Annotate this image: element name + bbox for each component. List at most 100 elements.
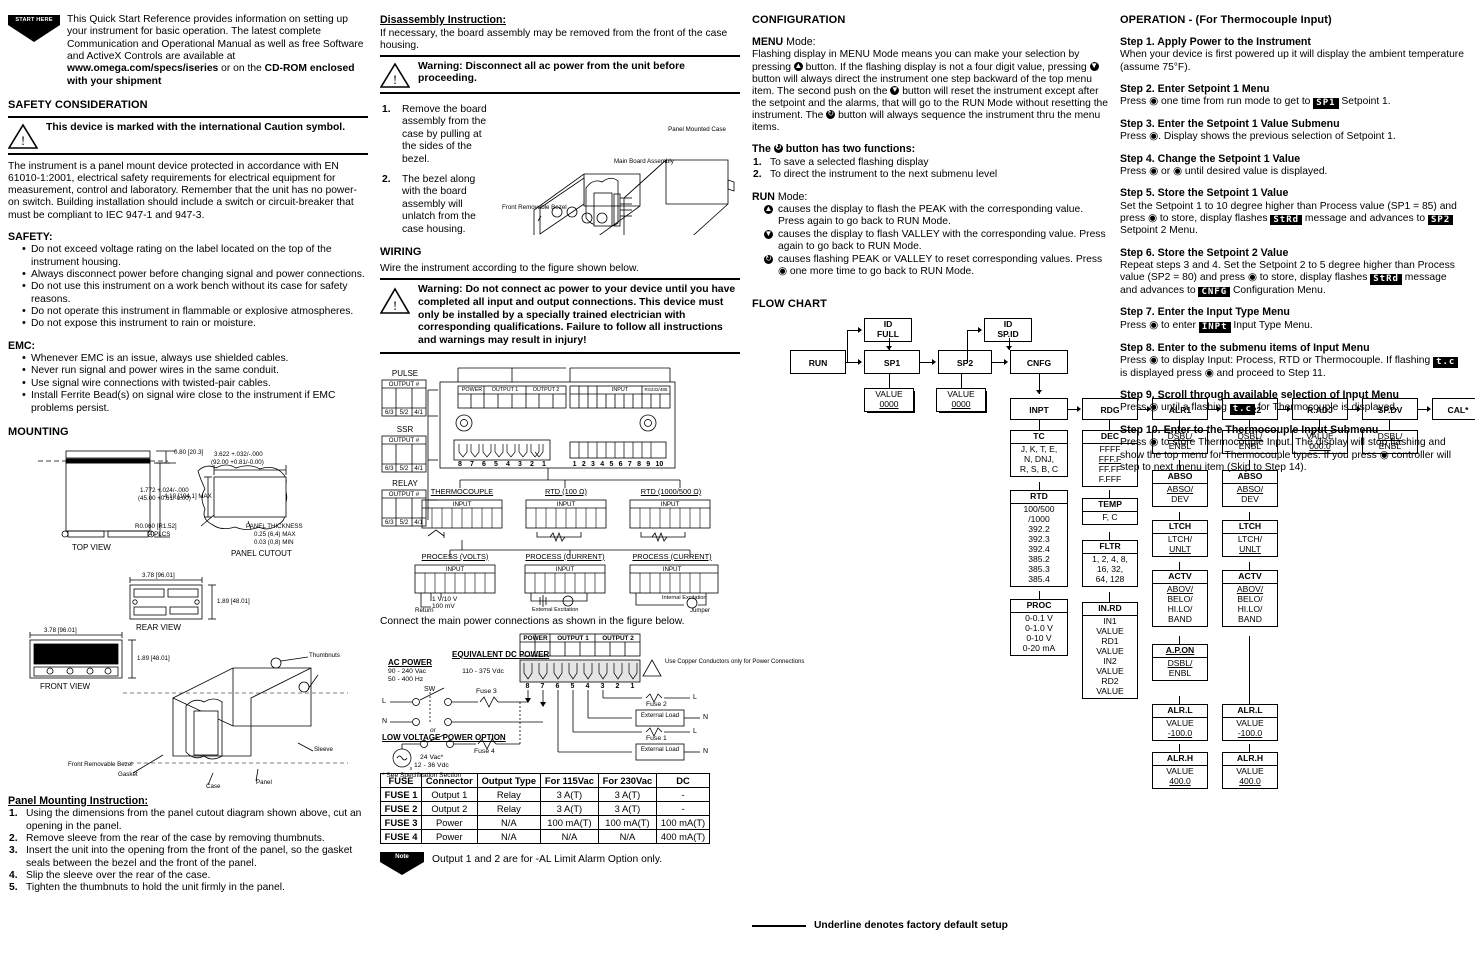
pin-num: 3 <box>591 460 595 468</box>
spid-label: SP.ID <box>997 329 1019 340</box>
svg-text:!: ! <box>393 72 397 87</box>
warning-triangle-icon: ! <box>380 62 410 88</box>
flow-chart-footnote: Underline denotes factory default setup <box>752 920 1008 932</box>
proc-line: 0-20 mA <box>1022 643 1056 654</box>
underline-sample-icon <box>752 924 806 927</box>
terminal-group-output1: OUTPUT 1 <box>491 386 519 393</box>
up-button-icon: ▲ <box>793 60 803 71</box>
value-label: VALUE <box>947 389 975 400</box>
note-badge: Note <box>380 852 424 875</box>
flow-box-id-full: ID FULL <box>864 318 912 343</box>
label-bezel: Front Removable Bezel <box>68 760 133 768</box>
run-mode-rest: Mode: <box>774 190 808 203</box>
step5-body: Set the Setpoint 1 to 10 degree higher t… <box>1120 201 1465 238</box>
caution-text: This device is marked with the internati… <box>46 122 346 134</box>
note-row: Note Output 1 and 2 are for -AL Limit Al… <box>380 852 740 875</box>
step6-body-c: Configuration Menu. <box>1230 284 1326 296</box>
list-item: Using the dimensions from the panel cuto… <box>9 808 362 832</box>
two-func-pre: The <box>752 143 774 156</box>
step5-body-b: message and advances to <box>1302 212 1428 224</box>
cell: FUSE 3 <box>379 815 423 831</box>
input-block-rtd1000-title: RTD (1000/500 Ω) <box>640 486 702 496</box>
proc-line: 0-10 V <box>1026 633 1052 644</box>
wiring-warning-box: ! Warning: Do not connect ac power to yo… <box>380 278 740 354</box>
two-func-post: button has two functions: <box>782 143 916 156</box>
lcd-display-cnfg: CNFG <box>1198 286 1231 298</box>
dim-cutout-h1: 1.772 +.024/-.000 <box>140 486 189 494</box>
down-button-icon: ▼ <box>764 228 773 239</box>
pin-num: 6 <box>555 682 560 690</box>
arrow-icon <box>978 327 982 334</box>
pin-num: 4 <box>585 682 590 690</box>
proc-line: 0-0.1 V <box>1025 613 1053 624</box>
panel-thickness-1: PANEL THICKNESS <box>246 522 303 530</box>
jumper-label: Jumper <box>690 607 711 614</box>
label-front-removable-bezel: Front Removable Bezel <box>502 203 567 211</box>
fuse2-label: Fuse 2 <box>646 700 667 708</box>
pin-num: 1 <box>542 460 546 468</box>
mounting-drawings: 0.80 [20.3] 4.10 [104.1] MAX 3.622 +.032… <box>8 443 368 793</box>
emc-list: Whenever EMC is an issue, always use shi… <box>8 352 368 415</box>
step8-body-a: Press ◉ to display Input: Process, RTD o… <box>1120 355 1434 366</box>
value-number: 0000 <box>951 399 971 410</box>
terminal-N: N <box>382 717 388 725</box>
pin-num: 6 <box>618 460 623 468</box>
panel-thickness-3: 0.03 (0,8) MIN <box>254 538 294 546</box>
input-block-thermocouple-title: THERMOCOUPLE <box>430 486 494 496</box>
tc-line: R, S, B, C <box>1019 464 1059 475</box>
switch-label: SW <box>424 685 436 693</box>
step3-title: Step 3. Enter the Setpoint 1 Value Subme… <box>1120 117 1340 130</box>
flow-box-id-spid: ID SP.ID <box>984 318 1032 343</box>
flow-box-sp2[interactable]: SP2 <box>938 350 992 375</box>
pin-num: 6/3 <box>385 408 394 416</box>
step4-body: Press ◉ or ◉ until desired value is disp… <box>1120 166 1328 177</box>
step7-body-a: Press ◉ to enter <box>1120 319 1199 331</box>
lcd-display-sp2: SP2 <box>1427 214 1454 226</box>
pin-num: 5/2 <box>399 464 409 472</box>
flow-box-inpt[interactable]: INPT <box>1010 398 1068 421</box>
enter-button-icon: ↻ <box>773 143 783 154</box>
input-sub: INPUT <box>662 565 682 573</box>
list-item: Use signal wire connections with twisted… <box>22 377 368 391</box>
cell: FUSE 2 <box>379 801 423 817</box>
flow-box-rtd: RTD 100/500 /1000 392.2 392.3 392.4 385.… <box>1010 490 1068 587</box>
label-front-view: FRONT VIEW <box>40 681 91 691</box>
step5-body-c: Setpoint 2 Menu. <box>1120 225 1198 237</box>
disassembly-list: Remove the board assembly from the case … <box>380 104 492 243</box>
wiring-svg <box>381 367 719 609</box>
column-configuration-flowchart: CONFIGURATION MENU Mode: Flashing displa… <box>752 14 1475 954</box>
lcd-display-strd: StRd <box>1270 214 1303 226</box>
operation-heading: OPERATION - (For Thermocouple Input) <box>1120 14 1332 26</box>
note-label: Note <box>380 852 424 862</box>
mounting-heading: MOUNTING <box>8 425 69 438</box>
flow-box-run[interactable]: RUN <box>790 350 846 375</box>
terminal-group-input: INPUT <box>611 386 629 393</box>
arrow-icon <box>932 359 936 366</box>
intro-text: This Quick Start Reference provides info… <box>67 14 368 88</box>
two-functions-heading: The ↻ button has two functions: <box>752 143 1110 156</box>
intro-url: www.omega.com/specs/iseries <box>67 63 219 75</box>
fuse1-label: Fuse 1 <box>646 734 667 742</box>
tc-head: TC <box>1011 431 1067 445</box>
pin-num: 5 <box>609 460 614 468</box>
step3-body: Press ◉. Display shows the previous sele… <box>1120 131 1396 143</box>
list-item: Do not use this instrument on a work ben… <box>22 280 368 306</box>
arrow-icon <box>858 359 862 366</box>
list-item: Remove sleeve from the rear of the case … <box>9 833 325 846</box>
flow-box-cnfg[interactable]: CNFG <box>1010 350 1068 375</box>
side-block-relay-sub: OUTPUT # <box>388 490 420 498</box>
lcd-display-tc: t.c <box>1229 404 1255 415</box>
flow-box-sp2-value: VALUE 0000 <box>936 388 986 413</box>
label-case: Case <box>206 782 221 790</box>
step8-body-b: is displayed press ◉ and proceed to Step… <box>1120 367 1326 379</box>
col-header: For 230Vac <box>597 772 658 789</box>
label-panel-mounted-case: Panel Mounted Case <box>668 125 726 133</box>
dec-line-default: FFF.F <box>1098 454 1122 465</box>
panel-mounting-list: Using the dimensions from the panel cuto… <box>8 808 368 895</box>
cell: N/A <box>540 829 599 845</box>
step7-title: Step 7. Enter the Input Type Menu <box>1120 306 1290 319</box>
list-item: Do not expose this instrument to rain or… <box>22 317 368 331</box>
input-sub: INPUT <box>452 500 472 508</box>
side-block-pulse-sub: OUTPUT # <box>388 380 420 388</box>
flow-box-sp1[interactable]: SP1 <box>864 350 920 375</box>
